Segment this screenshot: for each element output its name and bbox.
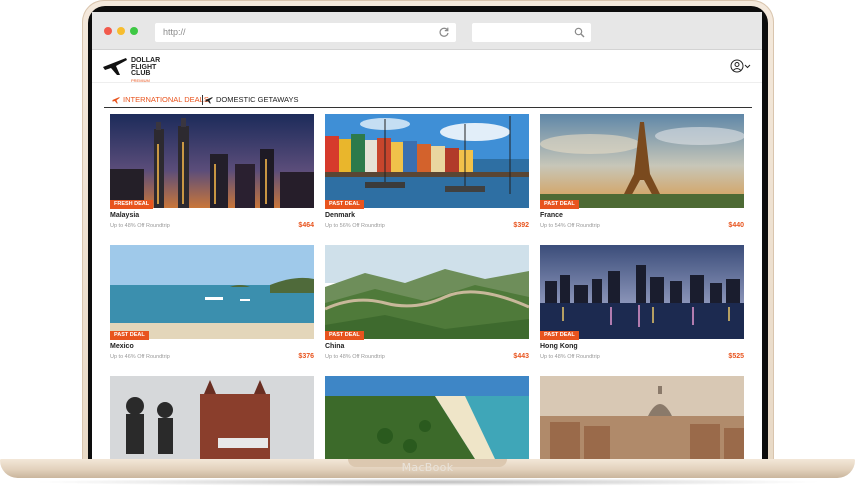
tab-international-deals[interactable]: INTERNATIONAL DEALS: [112, 94, 209, 106]
deal-card-denmark[interactable]: PAST DEAL Denmark Up to 56% Off Roundtri…: [325, 114, 529, 236]
site-header: DOLLAR FLIGHT CLUB PREMIUM: [92, 50, 762, 83]
address-bar[interactable]: http://: [155, 23, 456, 42]
deal-photo-france: [540, 114, 744, 208]
deal-description: Up to 48% Off Roundtrip: [540, 354, 600, 360]
deal-photo-amsterdam: [110, 376, 314, 459]
search-icon[interactable]: [574, 27, 585, 38]
deal-card-malaysia[interactable]: FRESH DEAL Malaysia Up to 48% Off Roundt…: [110, 114, 314, 236]
deal-badge: PAST DEAL: [325, 331, 364, 340]
deal-card-china[interactable]: PAST DEAL China Up to 48% Off Roundtrip …: [325, 245, 529, 367]
deal-description: Up to 56% Off Roundtrip: [325, 223, 385, 229]
deal-badge: PAST DEAL: [325, 200, 364, 209]
deal-country: Mexico: [110, 343, 134, 350]
logo-subtitle: PREMIUM: [131, 77, 150, 83]
deal-photo-malaysia: [110, 114, 314, 208]
deals-grid: FRESH DEAL Malaysia Up to 48% Off Roundt…: [110, 114, 750, 459]
deal-price: $440: [728, 222, 744, 229]
deal-price: $376: [298, 353, 314, 360]
browser-screen: http:// DOLLAR FLIGHT CLUB PREMIUM INTER…: [92, 12, 762, 459]
browser-search-input[interactable]: [472, 23, 591, 42]
chevron-down-icon: [744, 64, 751, 69]
plane-icon: [112, 96, 120, 104]
close-window-button[interactable]: [104, 27, 112, 35]
deal-country: Hong Kong: [540, 343, 578, 350]
minimize-window-button[interactable]: [117, 27, 125, 35]
deal-badge: PAST DEAL: [110, 331, 149, 340]
tab-domestic-getaways[interactable]: DOMESTIC GETAWAYS: [205, 94, 299, 106]
device-brand-label: MacBook: [401, 461, 454, 474]
deal-photo-mexico: [110, 245, 314, 339]
deal-badge: FRESH DEAL: [110, 200, 154, 209]
deal-country: China: [325, 343, 345, 350]
deal-country: Denmark: [325, 212, 355, 219]
deal-photo-hong-kong: [540, 245, 744, 339]
reload-icon[interactable]: [438, 26, 450, 38]
deal-photo-rome: [540, 376, 744, 459]
deal-card-hong-kong[interactable]: PAST DEAL Hong Kong Up to 48% Off Roundt…: [540, 245, 744, 367]
deal-description: Up to 54% Off Roundtrip: [540, 223, 600, 229]
laptop-shadow: [30, 478, 825, 486]
deal-description: Up to 46% Off Roundtrip: [110, 354, 170, 360]
deal-photo-denmark: [325, 114, 529, 208]
deal-card-mexico[interactable]: PAST DEAL Mexico Up to 46% Off Roundtrip…: [110, 245, 314, 367]
deal-card-rome[interactable]: [540, 376, 744, 459]
deal-card-france[interactable]: PAST DEAL France Up to 54% Off Roundtrip…: [540, 114, 744, 236]
user-avatar-icon: [730, 59, 744, 73]
deal-badge: PAST DEAL: [540, 200, 579, 209]
logo-wordmark: DOLLAR FLIGHT CLUB PREMIUM: [131, 57, 160, 83]
plane-logo-icon: [103, 58, 127, 75]
deal-country: France: [540, 212, 563, 219]
dollar-flight-club-logo[interactable]: DOLLAR FLIGHT CLUB PREMIUM: [102, 54, 160, 83]
browser-toolbar: http://: [92, 12, 762, 50]
deal-tabs: INTERNATIONAL DEALS DOMESTIC GETAWAYS: [104, 94, 752, 108]
deal-description: Up to 48% Off Roundtrip: [110, 223, 170, 229]
deal-badge: PAST DEAL: [540, 331, 579, 340]
deal-price: $443: [513, 353, 529, 360]
deal-price: $464: [298, 222, 314, 229]
maximize-window-button[interactable]: [130, 27, 138, 35]
deal-card-amsterdam[interactable]: [110, 376, 314, 459]
tab-divider: [202, 95, 203, 105]
deal-photo-beach: [325, 376, 529, 459]
deal-photo-china: [325, 245, 529, 339]
tab-international-label: INTERNATIONAL DEALS: [123, 95, 209, 104]
tab-domestic-label: DOMESTIC GETAWAYS: [216, 95, 299, 104]
address-bar-text: http://: [163, 27, 186, 37]
user-menu[interactable]: [730, 58, 752, 74]
deal-price: $525: [728, 353, 744, 360]
deal-country: Malaysia: [110, 212, 140, 219]
plane-icon: [205, 96, 213, 104]
deal-card-beach[interactable]: [325, 376, 529, 459]
deal-description: Up to 48% Off Roundtrip: [325, 354, 385, 360]
deal-price: $392: [513, 222, 529, 229]
